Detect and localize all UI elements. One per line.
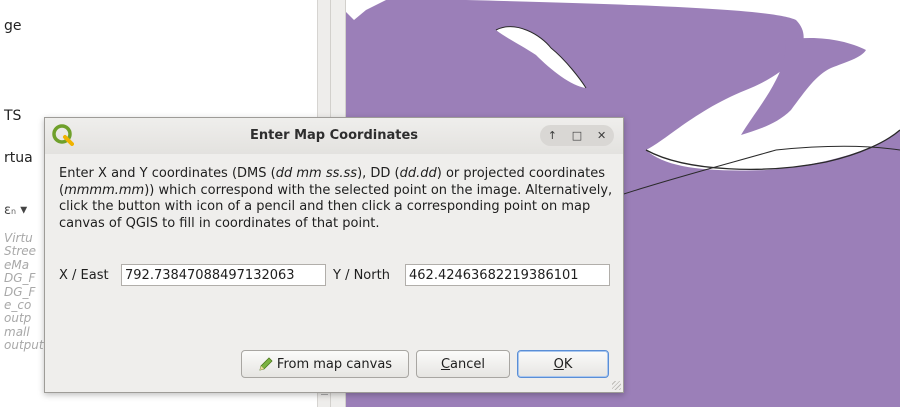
layer-list: Virtu Stree eMa DG_F DG_F e_co outp mall… bbox=[0, 231, 44, 353]
list-item[interactable]: DG_F bbox=[0, 285, 44, 299]
list-item[interactable]: output bbox=[0, 338, 44, 352]
pencil-icon bbox=[259, 357, 273, 371]
list-item[interactable]: eMa bbox=[0, 258, 44, 272]
filter-icon: ε bbox=[4, 203, 12, 218]
chevron-down-icon: ▼ bbox=[20, 205, 28, 216]
list-item[interactable]: mall bbox=[0, 325, 44, 339]
panel-tool-dropdown[interactable]: εn ▼ bbox=[4, 203, 27, 218]
resize-grip[interactable] bbox=[612, 381, 621, 390]
list-item[interactable]: Virtu bbox=[0, 231, 44, 245]
dialog-title: Enter Map Coordinates bbox=[249, 128, 419, 143]
panel-text-fragment: TS bbox=[4, 108, 22, 124]
x-east-label: X / East bbox=[59, 268, 109, 283]
list-item[interactable]: Stree bbox=[0, 244, 44, 258]
panel-text-fragment: ge bbox=[4, 18, 22, 34]
y-north-field[interactable] bbox=[405, 264, 610, 286]
cancel-button[interactable]: Cancel bbox=[416, 350, 510, 378]
list-item[interactable]: DG_F bbox=[0, 271, 44, 285]
ok-button[interactable]: OK bbox=[517, 350, 609, 378]
window-controls: ↑ □ ✕ bbox=[540, 125, 614, 146]
list-item[interactable]: e_co bbox=[0, 298, 44, 312]
enter-map-coordinates-dialog: Enter Map Coordinates ↑ □ ✕ Enter X and … bbox=[44, 117, 624, 393]
list-item[interactable]: outp bbox=[0, 312, 44, 326]
from-map-canvas-button[interactable]: From map canvas bbox=[241, 350, 409, 378]
x-east-field[interactable] bbox=[121, 264, 326, 286]
maximize-icon[interactable]: □ bbox=[568, 129, 586, 142]
y-north-label: Y / North bbox=[333, 268, 390, 283]
dialog-description: Enter X and Y coordinates (DMS (dd mm ss… bbox=[59, 166, 613, 231]
shade-icon[interactable]: ↑ bbox=[543, 129, 561, 142]
close-icon[interactable]: ✕ bbox=[593, 129, 611, 142]
panel-text-fragment: rtua bbox=[4, 150, 33, 166]
dialog-titlebar[interactable]: Enter Map Coordinates ↑ □ ✕ bbox=[45, 118, 623, 154]
